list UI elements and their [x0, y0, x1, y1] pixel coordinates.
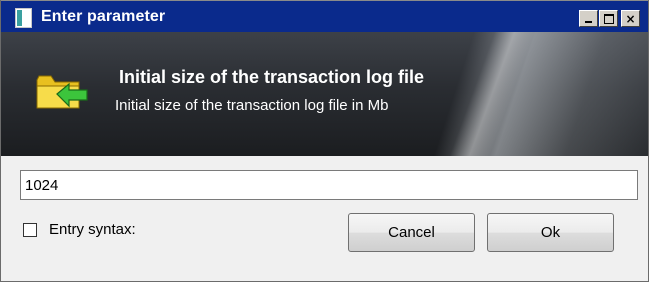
banner-title: Initial size of the transaction log file [119, 67, 425, 87]
enter-parameter-dialog: Enter parameter × Initial size of the tr… [0, 0, 649, 282]
minimize-button[interactable] [579, 10, 598, 27]
minimize-icon [585, 21, 592, 23]
maximize-button[interactable] [599, 10, 618, 27]
parameter-value-input[interactable] [20, 170, 638, 200]
close-icon: × [625, 11, 636, 26]
entry-syntax-label: Entry syntax: [49, 221, 136, 238]
title-bar[interactable]: Enter parameter × [1, 0, 648, 32]
window-title: Enter parameter [41, 8, 166, 25]
banner-subtitle: Initial size of the transaction log file… [115, 97, 389, 114]
maximize-icon [603, 13, 614, 24]
folder-arrow-icon [36, 75, 88, 109]
cancel-button[interactable]: Cancel [348, 213, 475, 252]
close-button[interactable]: × [621, 10, 640, 27]
app-icon [15, 8, 32, 28]
entry-syntax-checkbox[interactable] [23, 223, 37, 237]
ok-button[interactable]: Ok [487, 213, 614, 252]
header-banner: Initial size of the transaction log file… [1, 32, 648, 156]
